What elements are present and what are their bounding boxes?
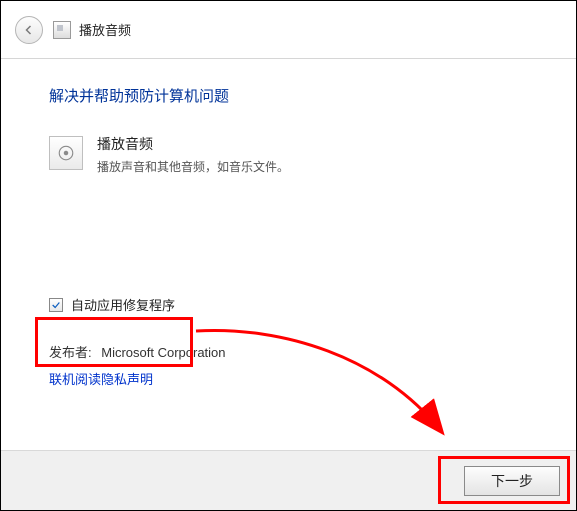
title-bar: 播放音频 [1, 1, 576, 59]
app-icon [53, 21, 71, 39]
check-icon [51, 300, 61, 310]
next-button-label: 下一步 [491, 471, 533, 491]
speaker-icon [49, 136, 83, 170]
content-area: 解决并帮助预防计算机问题 播放音频 播放声音和其他音频，如音乐文件。 自动应用修… [1, 59, 576, 449]
item-description: 播放声音和其他音频，如音乐文件。 [97, 158, 289, 175]
back-button[interactable] [15, 16, 43, 44]
arrow-left-icon [23, 24, 35, 36]
publisher-value: Microsoft Corporation [101, 345, 225, 360]
privacy-link[interactable]: 联机阅读隐私声明 [49, 369, 153, 388]
footer: 下一步 [1, 450, 576, 510]
publisher-label: 发布者: [49, 345, 92, 360]
troubleshoot-item: 播放音频 播放声音和其他音频，如音乐文件。 [49, 134, 528, 175]
auto-fix-row: 自动应用修复程序 [49, 295, 528, 314]
auto-fix-checkbox[interactable] [49, 298, 63, 312]
auto-fix-label: 自动应用修复程序 [71, 295, 175, 314]
item-title: 播放音频 [97, 134, 289, 154]
next-button[interactable]: 下一步 [464, 466, 560, 496]
page-heading: 解决并帮助预防计算机问题 [49, 85, 528, 106]
publisher-row: 发布者: Microsoft Corporation [49, 342, 528, 361]
window-title: 播放音频 [79, 20, 131, 39]
